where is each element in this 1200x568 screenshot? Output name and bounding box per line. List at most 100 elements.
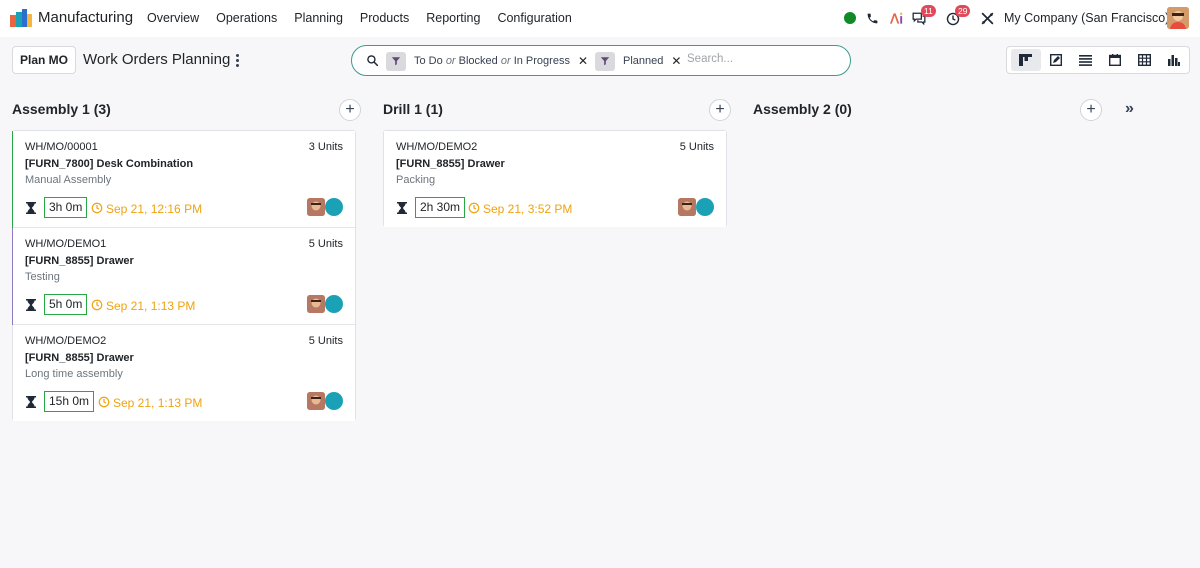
hourglass-icon bbox=[26, 202, 36, 214]
tools-icon bbox=[981, 12, 993, 24]
duration-badge: 15h 0m bbox=[44, 391, 95, 412]
phone-button[interactable] bbox=[865, 8, 879, 28]
kanban-view-button[interactable] bbox=[1011, 49, 1041, 71]
workorder-card[interactable]: WH/MO/DEMO2 5 Units [FURN_8855] Drawer L… bbox=[13, 325, 355, 421]
quantity: 3 Units bbox=[308, 141, 343, 153]
filter-icon bbox=[595, 51, 615, 71]
filter-facet-label: To Do or Blocked or In Progress bbox=[414, 55, 570, 67]
manufacturing-logo-icon[interactable] bbox=[10, 9, 32, 27]
company-switcher[interactable]: My Company (San Francisco) bbox=[1004, 11, 1169, 25]
state-indicator[interactable] bbox=[325, 392, 343, 410]
pivot-view-button[interactable] bbox=[1130, 49, 1160, 71]
scheduled-date: Sep 21, 3:52 PM bbox=[483, 202, 573, 216]
activities-badge: 29 bbox=[955, 5, 971, 17]
clock-icon bbox=[91, 299, 103, 311]
view-switcher bbox=[1006, 46, 1190, 74]
mo-reference: WH/MO/00001 bbox=[25, 141, 98, 153]
worker-avatar[interactable] bbox=[678, 198, 696, 216]
product-name: [FURN_8855] Drawer bbox=[25, 255, 134, 267]
pivot-table-icon bbox=[1138, 54, 1152, 66]
search-bar[interactable]: To Do or Blocked or In Progress ✕ Planne… bbox=[351, 45, 851, 76]
main-menu: Overview Operations Planning Products Re… bbox=[147, 11, 589, 25]
top-navbar: Manufacturing Overview Operations Planni… bbox=[0, 0, 1200, 37]
presence-status[interactable] bbox=[843, 8, 857, 28]
calendar-icon bbox=[1108, 54, 1121, 66]
column-add-button[interactable]: + bbox=[709, 99, 731, 121]
online-status-icon bbox=[844, 12, 856, 24]
search-icon[interactable] bbox=[366, 54, 379, 67]
remove-facet-button[interactable]: ✕ bbox=[578, 54, 588, 68]
quantity: 5 Units bbox=[308, 335, 343, 347]
kanban-icon bbox=[1019, 54, 1033, 66]
mo-reference: WH/MO/DEMO2 bbox=[396, 141, 478, 153]
fold-columns-icon[interactable]: » bbox=[1125, 100, 1134, 118]
form-view-button[interactable] bbox=[1041, 49, 1071, 71]
clock-icon bbox=[468, 202, 480, 214]
filter-icon bbox=[386, 51, 406, 71]
ai-icon bbox=[889, 12, 902, 24]
menu-overview[interactable]: Overview bbox=[147, 11, 199, 25]
state-indicator[interactable] bbox=[696, 198, 714, 216]
worker-avatar[interactable] bbox=[307, 392, 325, 410]
menu-configuration[interactable]: Configuration bbox=[497, 11, 571, 25]
messages-button[interactable]: 11 bbox=[912, 5, 936, 28]
page-title: Work Orders Planning bbox=[83, 51, 231, 68]
hourglass-icon bbox=[26, 299, 36, 311]
scheduled-date: Sep 21, 12:16 PM bbox=[106, 202, 203, 216]
workcenter-name: Packing bbox=[396, 174, 436, 186]
state-indicator[interactable] bbox=[325, 295, 343, 313]
state-indicator[interactable] bbox=[325, 198, 343, 216]
filter-facet-state: To Do or Blocked or In Progress ✕ bbox=[386, 51, 588, 71]
actions-menu-icon[interactable] bbox=[230, 52, 244, 68]
column-title-drill-1: Drill 1 (1) bbox=[383, 101, 443, 117]
scheduled-date: Sep 21, 1:13 PM bbox=[113, 396, 203, 410]
calendar-view-button[interactable] bbox=[1100, 49, 1130, 71]
workorder-card[interactable]: WH/MO/DEMO2 5 Units [FURN_8855] Drawer P… bbox=[384, 131, 726, 227]
product-name: [FURN_8855] Drawer bbox=[25, 352, 134, 364]
mo-reference: WH/MO/DEMO1 bbox=[25, 238, 107, 250]
menu-reporting[interactable]: Reporting bbox=[426, 11, 480, 25]
debug-tools-button[interactable] bbox=[980, 8, 994, 28]
list-icon bbox=[1078, 54, 1092, 66]
column-cards-drill-1: WH/MO/DEMO2 5 Units [FURN_8855] Drawer P… bbox=[383, 130, 727, 227]
worker-avatar[interactable] bbox=[307, 295, 325, 313]
mo-reference: WH/MO/DEMO2 bbox=[25, 335, 107, 347]
plan-mo-button[interactable]: Plan MO bbox=[12, 46, 76, 74]
menu-planning[interactable]: Planning bbox=[294, 11, 343, 25]
column-cards-assembly-1: WH/MO/00001 3 Units [FURN_7800] Desk Com… bbox=[12, 130, 356, 421]
duration-badge: 2h 30m bbox=[415, 197, 466, 218]
duration-badge: 3h 0m bbox=[44, 197, 88, 218]
hourglass-icon bbox=[26, 396, 36, 408]
remove-facet-button[interactable]: ✕ bbox=[671, 54, 681, 68]
activities-button[interactable]: 29 bbox=[946, 5, 972, 28]
clock-icon bbox=[98, 396, 110, 408]
column-add-button[interactable]: + bbox=[1080, 99, 1102, 121]
messages-badge: 11 bbox=[921, 5, 936, 17]
product-name: [FURN_7800] Desk Combination bbox=[25, 158, 194, 170]
duration-badge: 5h 0m bbox=[44, 294, 88, 315]
app-name[interactable]: Manufacturing bbox=[38, 9, 133, 26]
list-view-button[interactable] bbox=[1070, 49, 1100, 71]
phone-icon bbox=[867, 13, 877, 23]
column-title-assembly-1: Assembly 1 (3) bbox=[12, 101, 111, 117]
column-add-button[interactable]: + bbox=[339, 99, 361, 121]
column-title-assembly-2: Assembly 2 (0) bbox=[753, 101, 852, 117]
filter-facet-label: Planned bbox=[623, 55, 664, 67]
quantity: 5 Units bbox=[308, 238, 343, 250]
ai-button[interactable] bbox=[888, 8, 904, 28]
menu-products[interactable]: Products bbox=[360, 11, 409, 25]
search-input[interactable] bbox=[687, 53, 837, 65]
quantity: 5 Units bbox=[679, 141, 714, 153]
user-avatar[interactable] bbox=[1167, 7, 1189, 29]
workorder-card[interactable]: WH/MO/00001 3 Units [FURN_7800] Desk Com… bbox=[13, 131, 355, 228]
clock-icon bbox=[91, 202, 103, 214]
form-edit-icon bbox=[1049, 54, 1062, 66]
graph-view-button[interactable] bbox=[1159, 49, 1189, 71]
workorder-card[interactable]: WH/MO/DEMO1 5 Units [FURN_8855] Drawer T… bbox=[13, 228, 355, 325]
menu-operations[interactable]: Operations bbox=[216, 11, 277, 25]
user-avatar-icon bbox=[1167, 7, 1189, 29]
workcenter-name: Long time assembly bbox=[25, 368, 123, 380]
workcenter-name: Testing bbox=[25, 271, 60, 283]
filter-facet-planned: Planned ✕ bbox=[595, 51, 681, 71]
worker-avatar[interactable] bbox=[307, 198, 325, 216]
